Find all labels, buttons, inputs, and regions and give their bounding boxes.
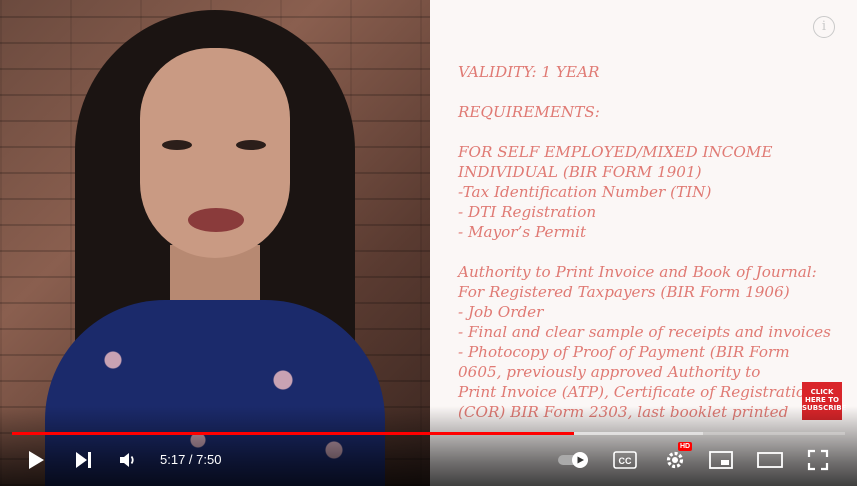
requirements-line: - Photocopy of Proof of Payment (BIR For… — [458, 343, 790, 361]
captions-icon: CC — [613, 451, 637, 469]
theater-mode-button[interactable] — [754, 440, 786, 480]
requirements-line: - Final and clear sample of receipts and… — [458, 323, 831, 341]
requirements-line: FOR SELF EMPLOYED/MIXED INCOME — [458, 143, 773, 161]
requirements-line — [458, 82, 850, 102]
requirements-line: VALIDITY: 1 YEAR — [458, 63, 600, 81]
speaker-eye-left — [162, 140, 192, 150]
progress-played — [12, 432, 575, 435]
info-icon[interactable]: i — [813, 16, 835, 38]
requirements-line: 0605, previously approved Authority to — [458, 363, 761, 381]
volume-icon — [120, 453, 134, 467]
requirements-line: - Job Order — [458, 303, 544, 321]
next-button[interactable] — [70, 440, 98, 480]
requirements-line — [458, 122, 850, 142]
requirements-text: VALIDITY: 1 YEAR REQUIREMENTS: FOR SELF EM… — [458, 62, 850, 422]
requirements-line: Print Invoice (ATP), Certificate of Regi… — [458, 383, 815, 401]
speaker-mouth — [188, 208, 244, 232]
play-icon — [29, 451, 44, 469]
captions-label: CC — [619, 456, 632, 466]
hd-badge: HD — [678, 442, 693, 451]
time-display: 5:17 / 7:50 — [160, 452, 222, 467]
volume-button[interactable] — [114, 440, 142, 480]
requirements-line: -Tax Identification Number (TIN) — [458, 183, 712, 201]
autoplay-toggle[interactable] — [556, 440, 594, 480]
miniplayer-button[interactable] — [706, 440, 736, 480]
video-player[interactable]: i VALIDITY: 1 YEAR REQUIREMENTS: FOR SELF … — [0, 0, 857, 486]
fullscreen-button[interactable] — [804, 440, 832, 480]
autoplay-toggle-icon — [558, 452, 588, 468]
requirements-line: - Mayor’s Permit — [458, 223, 587, 241]
speaker-face — [140, 48, 290, 258]
next-icon — [76, 452, 91, 468]
miniplayer-icon — [709, 451, 733, 469]
play-button[interactable] — [22, 440, 50, 480]
captions-button[interactable]: CC — [610, 440, 640, 480]
requirements-line — [458, 242, 850, 262]
progress-bar[interactable] — [12, 432, 845, 435]
control-bar: 5:17 / 7:50 CC — [0, 440, 857, 480]
requirements-line: - DTI Registration — [458, 203, 597, 221]
fullscreen-icon — [807, 449, 829, 471]
theater-icon — [757, 452, 783, 468]
gear-icon — [666, 451, 684, 469]
requirements-line: INDIVIDUAL (BIR FORM 1901) — [458, 163, 702, 181]
requirements-line: REQUIREMENTS: — [458, 103, 600, 121]
speaker-eye-right — [236, 140, 266, 150]
requirements-line: Authority to Print Invoice and Book of J… — [458, 263, 817, 281]
requirements-line: For Registered Taxpayers (BIR Form 1906) — [458, 283, 790, 301]
